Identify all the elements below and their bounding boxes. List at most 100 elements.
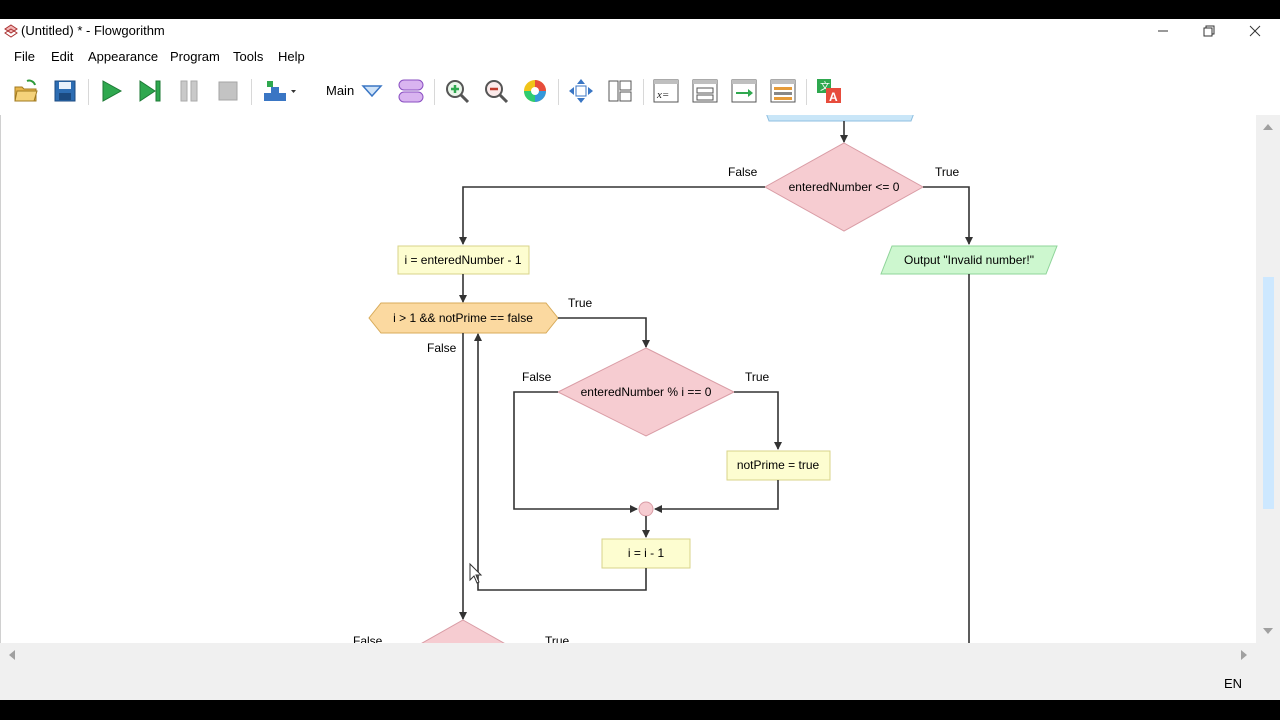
app-window: (Untitled) * - Flowgorithm File Edit App…: [0, 19, 1280, 700]
console-button[interactable]: [691, 77, 719, 105]
function-selector-label[interactable]: Main: [326, 83, 354, 98]
zoom-out-button[interactable]: [482, 77, 510, 105]
input-shape-partial[interactable]: [763, 115, 917, 122]
decision1-false-label: False: [728, 165, 758, 179]
loop-false-label: False: [427, 341, 457, 355]
svg-text:x=: x=: [656, 89, 669, 101]
decision-partial[interactable]: [385, 619, 541, 643]
loop-true-label: True: [568, 296, 593, 310]
flowchart-canvas[interactable]: enteredNumber <= 0 False True i = entere…: [0, 115, 1257, 643]
svg-text:A: A: [829, 90, 838, 104]
decision2-true-label: True: [745, 370, 770, 384]
stop-button[interactable]: [214, 77, 242, 105]
pause-button[interactable]: [175, 77, 203, 105]
run-button[interactable]: [97, 77, 125, 105]
menu-tools[interactable]: Tools: [233, 49, 263, 64]
menu-program[interactable]: Program: [170, 49, 220, 64]
scroll-left-icon[interactable]: [2, 643, 22, 667]
merge-point: [638, 501, 654, 517]
fit-button[interactable]: [567, 77, 595, 105]
decision1-text: enteredNumber <= 0: [789, 180, 900, 194]
zoom-in-button[interactable]: [443, 77, 471, 105]
title-bar: (Untitled) * - Flowgorithm: [0, 19, 1280, 43]
color-theme-button[interactable]: [521, 77, 549, 105]
restore-button[interactable]: [1186, 19, 1232, 43]
source-view-button[interactable]: [769, 77, 797, 105]
open-icon: [14, 79, 38, 102]
console-icon: [692, 79, 718, 103]
connector: [459, 186, 765, 245]
source-view-icon: [770, 79, 796, 103]
menu-appearance[interactable]: Appearance: [88, 49, 158, 64]
output1-text: Output "Invalid number!": [904, 253, 1034, 267]
zoom-out-icon: [485, 80, 509, 104]
scroll-down-icon[interactable]: [1256, 621, 1280, 641]
restore-icon: [1203, 25, 1215, 37]
output-button[interactable]: [730, 77, 758, 105]
zoom-in-icon: [446, 80, 470, 104]
run-icon: [102, 80, 123, 102]
pause-icon: [180, 80, 198, 102]
toolbar-separator: [251, 79, 252, 105]
loop-text: i > 1 && notPrime == false: [393, 311, 533, 325]
step-icon: [139, 80, 161, 102]
scrollbar-corner: [1256, 643, 1280, 667]
toolbar-separator: [806, 79, 807, 105]
windows-icon: [608, 80, 632, 102]
output-icon: [731, 79, 757, 103]
decision3-true-label: True: [545, 634, 570, 643]
window-title: (Untitled) * - Flowgorithm: [21, 23, 165, 38]
connector: [734, 391, 782, 450]
decision3-false-label: False: [353, 634, 383, 643]
scroll-right-icon[interactable]: [1234, 643, 1254, 667]
stop-icon: [218, 81, 238, 101]
close-button[interactable]: [1232, 19, 1278, 43]
step-button[interactable]: [136, 77, 164, 105]
scroll-up-icon[interactable]: [1256, 117, 1280, 137]
decision1-true-label: True: [935, 165, 960, 179]
menu-help[interactable]: Help: [278, 49, 305, 64]
flowgorithm-logo-icon: [4, 24, 18, 38]
minimize-icon: [1158, 30, 1168, 32]
horizontal-scrollbar[interactable]: [0, 643, 1256, 667]
save-icon: [54, 80, 76, 102]
connector: [654, 480, 779, 513]
status-bar: EN: [0, 667, 1280, 700]
connector: [923, 186, 973, 245]
function-dropdown-button[interactable]: [358, 77, 386, 105]
flowchart-diagram: enteredNumber <= 0 False True i = entere…: [353, 115, 1058, 643]
connector: [558, 317, 650, 348]
close-icon: [1249, 25, 1261, 37]
windows-button[interactable]: [606, 77, 634, 105]
fit-icon: [569, 79, 593, 103]
translate-button[interactable]: 文A: [815, 77, 843, 105]
decision2-text: enteredNumber % i == 0: [581, 385, 712, 399]
toolbar-separator: [88, 79, 89, 105]
assign2-text: notPrime = true: [737, 458, 820, 472]
variable-watch-button[interactable]: x=: [652, 77, 680, 105]
manage-functions-button[interactable]: [397, 77, 425, 105]
toolbar-separator: [558, 79, 559, 105]
layout-button[interactable]: [261, 77, 299, 105]
menu-edit[interactable]: Edit: [51, 49, 73, 64]
color-theme-icon: [524, 80, 546, 102]
menu-file[interactable]: File: [14, 49, 35, 64]
toolbar: Main x= 文 A: [0, 69, 1280, 116]
menu-bar: File Edit Appearance Program Tools Help: [0, 43, 1280, 69]
manage-functions-icon: [398, 79, 424, 103]
mouse-cursor-icon: [469, 562, 483, 584]
minimize-button[interactable]: [1140, 19, 1186, 43]
toolbar-separator: [434, 79, 435, 105]
assign1-text: i = enteredNumber - 1: [404, 253, 521, 267]
toolbar-separator: [643, 79, 644, 105]
language-indicator[interactable]: EN: [1224, 676, 1242, 691]
function-dropdown-icon: [361, 85, 383, 98]
decision2-false-label: False: [522, 370, 552, 384]
variable-watch-icon: x=: [653, 79, 679, 103]
save-button[interactable]: [51, 77, 79, 105]
vertical-scroll-thumb[interactable]: [1263, 277, 1274, 509]
layout-icon: [264, 81, 296, 101]
open-button[interactable]: [12, 77, 40, 105]
assign3-text: i = i - 1: [628, 546, 665, 560]
translate-icon: 文A: [817, 79, 841, 104]
